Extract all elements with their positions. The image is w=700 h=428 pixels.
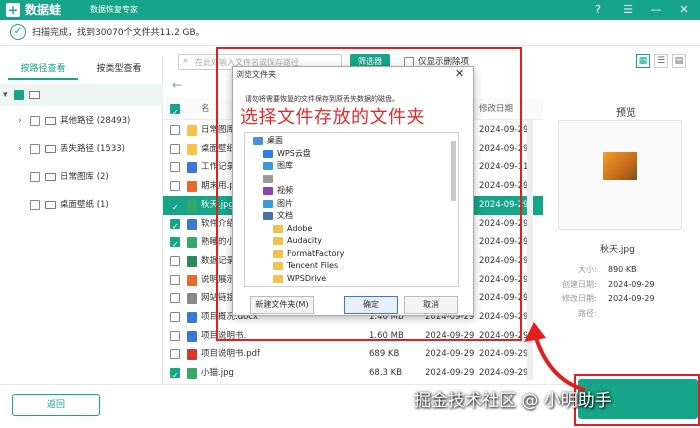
row-checkbox[interactable]	[170, 349, 180, 360]
row-checkbox[interactable]	[170, 274, 180, 285]
chevron-right-icon: ›	[18, 144, 22, 154]
ppt-file-icon	[187, 274, 197, 286]
back-button[interactable]: 返回	[12, 394, 100, 416]
tree-checkbox[interactable]	[30, 172, 40, 182]
txt-file-icon	[187, 293, 197, 305]
minimize-icon[interactable]: —	[648, 2, 664, 18]
watermark-text: 掘金技术社区 @ 小明助手	[414, 391, 612, 411]
row-created: 2024-09-29	[425, 368, 475, 379]
drive-checkbox[interactable]	[14, 90, 24, 100]
tree-item-label: 日常图库 (2)	[60, 172, 109, 182]
created-label: 创建日期:	[562, 280, 597, 289]
detail-view-icon[interactable]: ▤	[672, 54, 686, 68]
row-name: 小猫.jpg	[201, 368, 234, 379]
table-row[interactable]: 小猫.jpg68.3 KB2024-09-292024-09-29	[163, 364, 543, 385]
ppt-file-icon	[187, 181, 197, 193]
annotation-box-dialog	[216, 47, 522, 341]
close-icon[interactable]: ✕	[676, 2, 692, 18]
img-file-icon	[187, 237, 197, 249]
annotation-arrowhead	[524, 322, 546, 342]
tab-by-type[interactable]: 按类型查看	[84, 58, 154, 80]
row-checkbox[interactable]	[170, 255, 180, 266]
menu-icon[interactable]: ☰	[620, 2, 636, 18]
select-all-checkbox[interactable]	[170, 102, 180, 124]
scan-status-text: 扫描完成，找到30070个文件共11.2 GB。	[32, 28, 205, 38]
tab-by-path[interactable]: 按路径查看	[8, 58, 78, 80]
size-value: 890 KB	[608, 265, 637, 274]
chevron-down-icon: ▾	[3, 90, 8, 100]
tree-item-lost-paths[interactable]: › 丢失路径 (1533)	[0, 138, 163, 160]
folder-icon	[45, 173, 56, 181]
tree-checkbox[interactable]	[30, 144, 40, 154]
tree-checkbox[interactable]	[30, 200, 40, 210]
size-label: 大小:	[578, 265, 597, 274]
row-checkbox[interactable]	[170, 235, 180, 254]
autumn-image	[603, 152, 637, 180]
tree-item-other-paths[interactable]: › 其他路径 (28493)	[0, 110, 163, 132]
grid-view-icon[interactable]: ▦	[636, 54, 650, 68]
row-checkbox[interactable]	[170, 162, 180, 173]
row-checkbox[interactable]	[170, 330, 180, 341]
doc-file-icon	[187, 162, 197, 174]
row-name: 项目说明书.pdf	[201, 349, 260, 360]
search-icon: ⌕	[183, 56, 189, 66]
path-label: 路径:	[578, 309, 597, 318]
back-arrow-icon[interactable]: ←	[172, 78, 182, 92]
drive-icon	[29, 91, 40, 99]
row-created: 2024-09-29	[425, 349, 475, 360]
row-checkbox[interactable]	[170, 198, 180, 217]
tree-checkbox[interactable]	[30, 116, 40, 126]
tree-item-daily-gallery[interactable]: 日常图库 (2)	[0, 166, 163, 188]
chevron-right-icon: ›	[18, 116, 22, 126]
app-logo-icon: +	[6, 3, 20, 17]
col-name-header[interactable]: 名	[201, 98, 210, 120]
check-circle-icon: ✓	[10, 24, 26, 40]
help-icon[interactable]: ?	[590, 2, 606, 18]
tree-item-label: 丢失路径 (1533)	[60, 144, 125, 154]
modified-label: 修改日期:	[562, 294, 597, 303]
row-checkbox[interactable]	[170, 143, 180, 154]
row-checkbox[interactable]	[170, 312, 180, 322]
tree-item-label: 桌面壁纸 (1)	[60, 200, 109, 210]
img-file-icon	[187, 368, 197, 380]
folder-icon	[45, 145, 56, 153]
xls-file-icon	[187, 255, 197, 267]
app-name: 数据蛙	[25, 3, 62, 17]
list-view-icon[interactable]: ☰	[654, 54, 668, 68]
row-size: 68.3 KB	[369, 368, 403, 379]
doc-file-icon	[187, 330, 197, 342]
img-file-icon	[187, 199, 197, 211]
folder-file-icon	[187, 143, 197, 155]
tree-root-drive[interactable]: ▾	[0, 84, 163, 106]
tree-item-desktop-wallpaper[interactable]: 桌面壁纸 (1)	[0, 194, 163, 216]
row-checkbox[interactable]	[170, 181, 180, 192]
folder-icon	[45, 201, 56, 209]
modified-value: 2024-09-29	[608, 294, 655, 303]
table-row[interactable]: 项目说明书.pdf 689 KB 2024-09-29 2024-09-29	[163, 345, 543, 364]
row-checkbox[interactable]	[170, 217, 180, 236]
row-size: 689 KB	[369, 349, 400, 360]
row-checkbox[interactable]	[170, 293, 180, 304]
app-subtitle: 数据恢复专家	[90, 5, 138, 14]
folder-icon	[45, 117, 56, 125]
preview-file-name: 秋天.jpg	[600, 245, 635, 255]
created-value: 2024-09-29	[608, 280, 655, 289]
pdf-file-icon	[187, 349, 197, 361]
annotation-arrow-line	[534, 337, 586, 392]
row-checkbox[interactable]	[170, 125, 180, 135]
doc-file-icon	[187, 312, 197, 323]
doc-file-icon	[187, 218, 197, 230]
tree-item-label: 其他路径 (28493)	[60, 116, 131, 126]
row-checkbox[interactable]	[170, 366, 180, 385]
preview-heading: 预览	[616, 108, 636, 119]
folder-file-icon	[187, 125, 197, 136]
